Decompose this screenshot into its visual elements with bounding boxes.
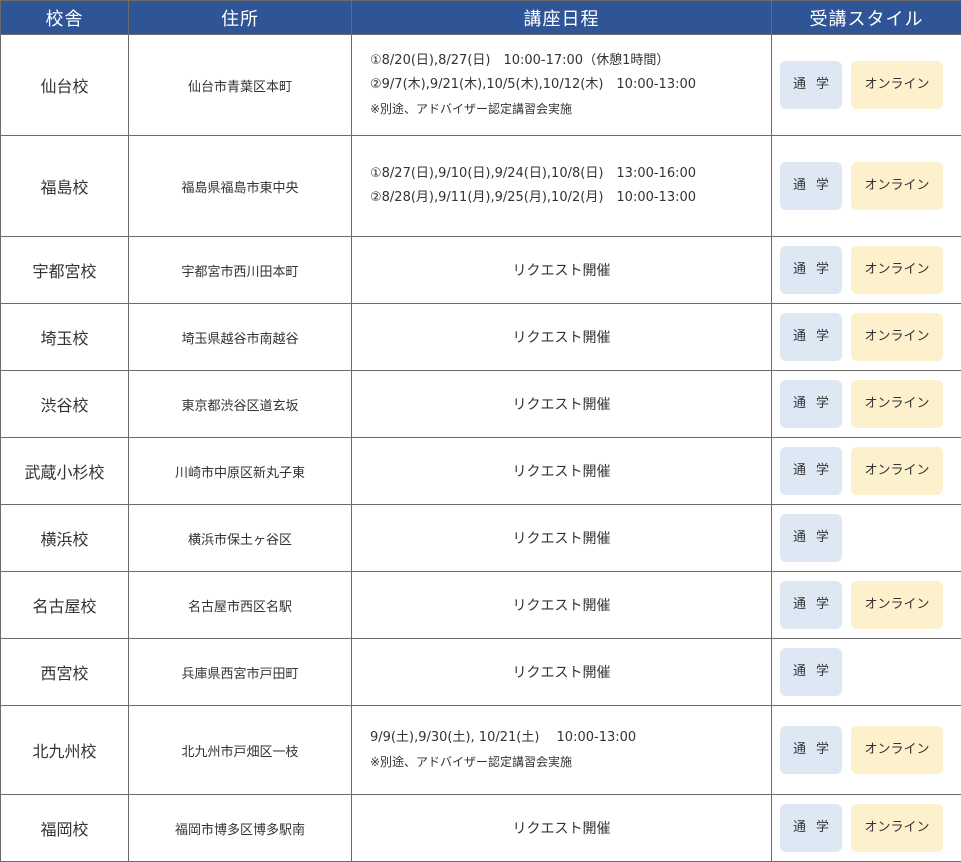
commute-badge: 通学 bbox=[780, 313, 842, 361]
schedule-cell: ①8/20(日),8/27(日) 10:00-17:00（休憩1時間） ②9/7… bbox=[352, 35, 772, 136]
style-cell: 通学オンライン bbox=[772, 572, 961, 639]
commute-badge: 通学 bbox=[780, 61, 842, 109]
campus-address: 宇都宮市西川田本町 bbox=[129, 237, 352, 304]
campus-name: 北九州校 bbox=[1, 706, 129, 795]
online-badge: オンライン bbox=[851, 380, 943, 428]
style-cell: 通学オンライン bbox=[772, 136, 961, 237]
table-row: 横浜校 横浜市保土ヶ谷区 リクエスト開催 通学 bbox=[1, 505, 961, 572]
table-row: 福岡校 福岡市博多区博多駅南 リクエスト開催 通学オンライン bbox=[1, 795, 961, 862]
campus-name: 福岡校 bbox=[1, 795, 129, 862]
schedule-line: ②8/28(月),9/11(月),9/25(月),10/2(月) 10:00-1… bbox=[370, 186, 771, 210]
schedule-cell: リクエスト開催 bbox=[352, 371, 772, 438]
schedule-line: ②9/7(木),9/21(木),10/5(木),10/12(木) 10:00-1… bbox=[370, 73, 771, 97]
schedule-cell: リクエスト開催 bbox=[352, 304, 772, 371]
campus-address: 埼玉県越谷市南越谷 bbox=[129, 304, 352, 371]
table-row: 福島校 福島県福島市東中央 ①8/27(日),9/10(日),9/24(日),1… bbox=[1, 136, 961, 237]
online-badge: オンライン bbox=[851, 313, 943, 361]
header-campus: 校舎 bbox=[1, 1, 129, 35]
commute-badge: 通学 bbox=[780, 648, 842, 696]
campus-name: 横浜校 bbox=[1, 505, 129, 572]
style-cell: 通学オンライン bbox=[772, 237, 961, 304]
schedule-cell: リクエスト開催 bbox=[352, 438, 772, 505]
campus-address: 名古屋市西区名駅 bbox=[129, 572, 352, 639]
online-badge: オンライン bbox=[851, 581, 943, 629]
campus-name: 渋谷校 bbox=[1, 371, 129, 438]
online-badge: オンライン bbox=[851, 726, 943, 774]
style-cell: 通学オンライン bbox=[772, 35, 961, 136]
campus-address: 福島県福島市東中央 bbox=[129, 136, 352, 237]
schedule-note: ※別途、アドバイザー認定講習会実施 bbox=[370, 750, 771, 774]
table-row: 渋谷校 東京都渋谷区道玄坂 リクエスト開催 通学オンライン bbox=[1, 371, 961, 438]
schedule-line: ①8/20(日),8/27(日) 10:00-17:00（休憩1時間） bbox=[370, 49, 771, 73]
commute-badge: 通学 bbox=[780, 726, 842, 774]
commute-badge: 通学 bbox=[780, 804, 842, 852]
style-cell: 通学 bbox=[772, 639, 961, 706]
schedule-cell: 9/9(土),9/30(土), 10/21(土) 10:00-13:00 ※別途… bbox=[352, 706, 772, 795]
schedule-cell: リクエスト開催 bbox=[352, 639, 772, 706]
style-cell: 通学オンライン bbox=[772, 304, 961, 371]
table-row: 西宮校 兵庫県西宮市戸田町 リクエスト開催 通学 bbox=[1, 639, 961, 706]
commute-badge: 通学 bbox=[780, 162, 842, 210]
online-badge: オンライン bbox=[851, 246, 943, 294]
campus-schedule-table: 校舎 住所 講座日程 受講スタイル 仙台校 仙台市青葉区本町 ①8/20(日),… bbox=[0, 0, 961, 862]
table-row: 北九州校 北九州市戸畑区一枝 9/9(土),9/30(土), 10/21(土) … bbox=[1, 706, 961, 795]
commute-badge: 通学 bbox=[780, 581, 842, 629]
campus-address: 川崎市中原区新丸子東 bbox=[129, 438, 352, 505]
online-badge: オンライン bbox=[851, 61, 943, 109]
table-row: 名古屋校 名古屋市西区名駅 リクエスト開催 通学オンライン bbox=[1, 572, 961, 639]
schedule-line: 9/9(土),9/30(土), 10/21(土) 10:00-13:00 bbox=[370, 726, 771, 750]
schedule-cell: リクエスト開催 bbox=[352, 505, 772, 572]
commute-badge: 通学 bbox=[780, 447, 842, 495]
schedule-cell: リクエスト開催 bbox=[352, 237, 772, 304]
style-cell: 通学オンライン bbox=[772, 706, 961, 795]
style-cell: 通学オンライン bbox=[772, 438, 961, 505]
header-style: 受講スタイル bbox=[772, 1, 961, 35]
header-address: 住所 bbox=[129, 1, 352, 35]
campus-address: 横浜市保土ヶ谷区 bbox=[129, 505, 352, 572]
campus-address: 福岡市博多区博多駅南 bbox=[129, 795, 352, 862]
campus-name: 埼玉校 bbox=[1, 304, 129, 371]
online-badge: オンライン bbox=[851, 447, 943, 495]
online-badge: オンライン bbox=[851, 804, 943, 852]
campus-name: 宇都宮校 bbox=[1, 237, 129, 304]
online-badge: オンライン bbox=[851, 162, 943, 210]
table-row: 埼玉校 埼玉県越谷市南越谷 リクエスト開催 通学オンライン bbox=[1, 304, 961, 371]
style-cell: 通学オンライン bbox=[772, 795, 961, 862]
campus-address: 兵庫県西宮市戸田町 bbox=[129, 639, 352, 706]
schedule-cell: リクエスト開催 bbox=[352, 572, 772, 639]
campus-name: 武蔵小杉校 bbox=[1, 438, 129, 505]
schedule-line: ①8/27(日),9/10(日),9/24(日),10/8(日) 13:00-1… bbox=[370, 162, 771, 186]
campus-address: 北九州市戸畑区一枝 bbox=[129, 706, 352, 795]
schedule-cell: ①8/27(日),9/10(日),9/24(日),10/8(日) 13:00-1… bbox=[352, 136, 772, 237]
table-row: 武蔵小杉校 川崎市中原区新丸子東 リクエスト開催 通学オンライン bbox=[1, 438, 961, 505]
header-row: 校舎 住所 講座日程 受講スタイル bbox=[1, 1, 961, 35]
campus-name: 仙台校 bbox=[1, 35, 129, 136]
schedule-note: ※別途、アドバイザー認定講習会実施 bbox=[370, 97, 771, 121]
commute-badge: 通学 bbox=[780, 514, 842, 562]
commute-badge: 通学 bbox=[780, 246, 842, 294]
campus-name: 福島校 bbox=[1, 136, 129, 237]
table-row: 宇都宮校 宇都宮市西川田本町 リクエスト開催 通学オンライン bbox=[1, 237, 961, 304]
schedule-cell: リクエスト開催 bbox=[352, 795, 772, 862]
table-row: 仙台校 仙台市青葉区本町 ①8/20(日),8/27(日) 10:00-17:0… bbox=[1, 35, 961, 136]
campus-address: 仙台市青葉区本町 bbox=[129, 35, 352, 136]
campus-address: 東京都渋谷区道玄坂 bbox=[129, 371, 352, 438]
header-schedule: 講座日程 bbox=[352, 1, 772, 35]
campus-name: 西宮校 bbox=[1, 639, 129, 706]
commute-badge: 通学 bbox=[780, 380, 842, 428]
style-cell: 通学 bbox=[772, 505, 961, 572]
style-cell: 通学オンライン bbox=[772, 371, 961, 438]
campus-name: 名古屋校 bbox=[1, 572, 129, 639]
